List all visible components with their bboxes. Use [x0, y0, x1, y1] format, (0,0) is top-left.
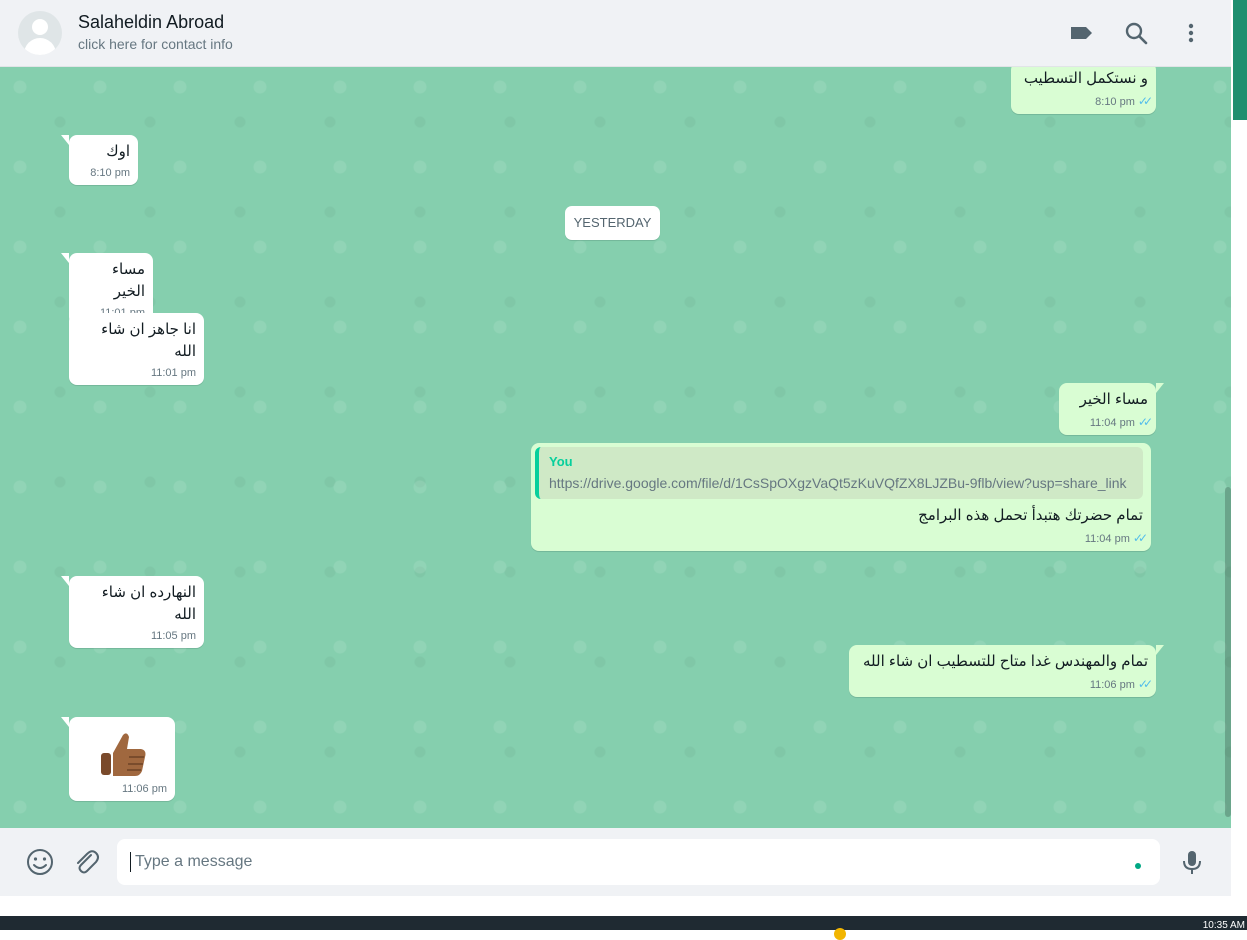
chat-scrollbar[interactable] [1225, 487, 1231, 817]
avatar[interactable] [18, 11, 62, 55]
os-taskbar: 10:35 AM [0, 916, 1247, 940]
bubble-tail [61, 253, 69, 263]
avatar-body [24, 38, 56, 55]
menu-icon[interactable] [1178, 20, 1204, 46]
chat-area[interactable]: و نستكمل التسطيب 8:10 pm ✓✓ اوك 8:10 pm Y… [0, 67, 1231, 828]
thumbs-up-icon [95, 729, 151, 779]
read-ticks-icon: ✓✓ [1137, 94, 1153, 108]
attach-icon[interactable] [71, 847, 101, 877]
message-text: مساء الخير [1079, 391, 1148, 408]
message-text: النهارده ان شاء الله [101, 584, 196, 623]
message-time: 8:10 pm [90, 167, 130, 179]
message-time: 11:06 pm [1089, 679, 1135, 691]
date-divider: YESTERDAY [565, 206, 660, 240]
message-incoming[interactable]: اوك 8:10 pm [61, 135, 138, 185]
quote-link[interactable]: https://drive.google.com/file/d/1CsSpOXg… [549, 475, 1135, 491]
message-outgoing[interactable]: مساء الخير 11:04 pm ✓✓ [1059, 383, 1164, 435]
read-ticks-icon: ✓✓ [1137, 415, 1153, 429]
bubble-tail [61, 717, 69, 727]
message-time: 11:06 pm [121, 783, 167, 795]
emoji-icon[interactable] [25, 847, 55, 877]
message-time: 11:04 pm [1089, 417, 1135, 429]
taskbar-clock: 10:35 AM [1202, 920, 1245, 931]
message-time: 11:05 pm [150, 630, 196, 642]
compose-bar[interactable] [0, 828, 1231, 896]
search-icon[interactable] [1123, 20, 1149, 46]
message-time: 8:10 pm [1095, 96, 1135, 108]
message-text: مساء الخير [111, 261, 145, 300]
status-dot [1135, 863, 1141, 869]
message-text: اوك [106, 143, 130, 160]
chat-header[interactable]: Salaheldin Abroad click here for contact… [0, 0, 1231, 67]
message-meta: 8:10 pm ✓✓ [1020, 94, 1153, 108]
window-edge [1231, 0, 1247, 916]
message-incoming[interactable]: انا جاهز ان شاء الله 11:01 pm [69, 313, 204, 385]
label-icon[interactable] [1068, 20, 1094, 46]
message-time: 11:01 pm [150, 367, 196, 379]
text-caret [130, 852, 131, 872]
message-time: 11:04 pm [1084, 533, 1130, 545]
message-outgoing[interactable]: تمام والمهندس غدا متاح للتسطيب ان شاء ال… [849, 645, 1164, 697]
message-input[interactable] [117, 839, 1160, 885]
message-meta: 11:04 pm ✓✓ [535, 531, 1148, 545]
message-meta: 11:04 pm ✓✓ [1068, 415, 1153, 429]
read-ticks-icon: ✓✓ [1132, 531, 1148, 545]
read-ticks-icon: ✓✓ [1137, 677, 1153, 691]
quote-author: You [549, 454, 573, 469]
quoted-message[interactable]: You https://drive.google.com/file/d/1CsS… [535, 447, 1143, 499]
message-text: تمام حضرتك هتبدأ تحمل هذه البرامج [918, 507, 1143, 524]
message-outgoing[interactable]: و نستكمل التسطيب 8:10 pm ✓✓ [1011, 67, 1156, 114]
message-text: تمام والمهندس غدا متاح للتسطيب ان شاء ال… [863, 653, 1148, 670]
contact-name[interactable]: Salaheldin Abroad [78, 12, 224, 33]
message-meta: 11:06 pm ✓✓ [858, 677, 1153, 691]
message-text: انا جاهز ان شاء الله [101, 321, 196, 360]
message-incoming[interactable]: النهارده ان شاء الله 11:05 pm [61, 576, 204, 648]
avatar-head [32, 19, 48, 35]
message-outgoing-reply[interactable]: You https://drive.google.com/file/d/1CsS… [531, 443, 1151, 551]
window-edge-accent [1233, 0, 1247, 120]
bubble-tail [1156, 383, 1164, 393]
bubble-tail [1156, 645, 1164, 655]
mic-icon[interactable] [1177, 847, 1207, 877]
contact-info-hint[interactable]: click here for contact info [78, 36, 233, 52]
message-text: و نستكمل التسطيب [1023, 70, 1148, 87]
bubble-tail [61, 135, 69, 145]
bubble-tail [61, 576, 69, 586]
message-incoming-emoji[interactable]: 11:06 pm [61, 717, 175, 801]
